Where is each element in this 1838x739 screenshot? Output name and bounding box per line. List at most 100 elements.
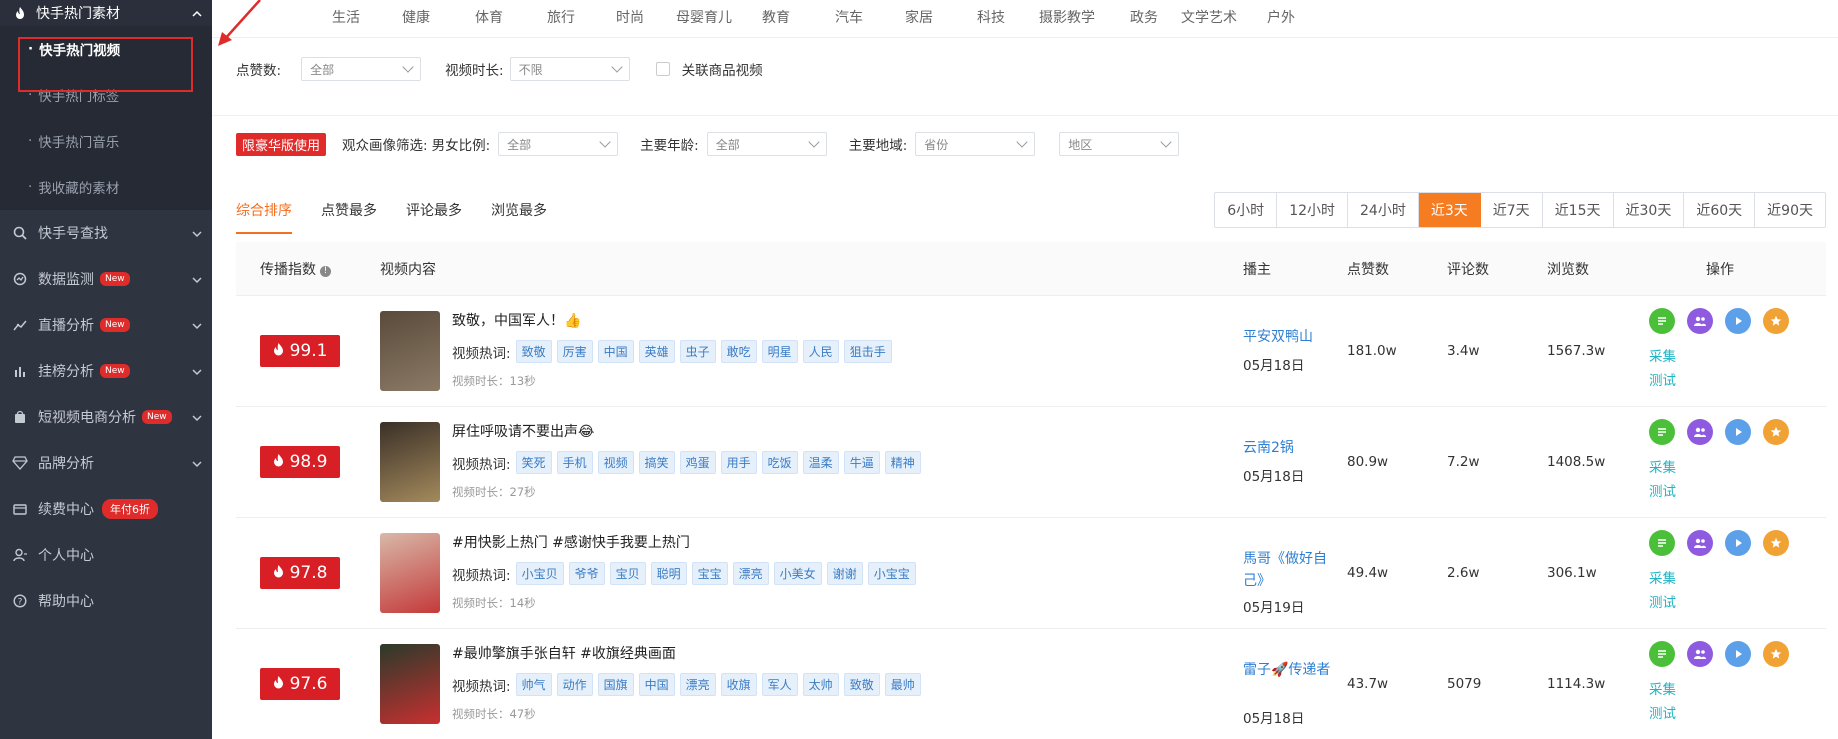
- likes-select[interactable]: 全部: [301, 57, 422, 81]
- hot-word-tag[interactable]: 鸡蛋: [679, 451, 716, 474]
- hot-word-tag[interactable]: 帅气: [515, 673, 552, 696]
- hot-word-tag[interactable]: 吃饭: [761, 451, 798, 474]
- category-tab[interactable]: 户外: [1267, 7, 1295, 27]
- sort-tab[interactable]: 点赞最多: [321, 200, 377, 234]
- collect-link[interactable]: 采集: [1649, 345, 1676, 365]
- audience-icon[interactable]: [1687, 530, 1713, 556]
- hot-word-tag[interactable]: 军人: [761, 673, 798, 696]
- category-tab[interactable]: 政务: [1130, 7, 1158, 27]
- hot-word-tag[interactable]: 温柔: [802, 451, 839, 474]
- play-icon[interactable]: [1725, 308, 1751, 334]
- time-range-option[interactable]: 近15天: [1543, 193, 1614, 227]
- hot-word-tag[interactable]: 宝宝: [691, 562, 728, 585]
- product-video-checkbox[interactable]: [655, 62, 670, 76]
- sidebar-subitem[interactable]: · 快手热门视频: [0, 26, 212, 72]
- author-link[interactable]: 平安双鸭山: [1243, 326, 1343, 348]
- hot-word-tag[interactable]: 爷爷: [568, 562, 605, 585]
- hot-word-tag[interactable]: 国旗: [597, 673, 634, 696]
- category-tab[interactable]: 汽车: [835, 7, 863, 27]
- category-tab[interactable]: 体育: [475, 7, 503, 27]
- time-range-option[interactable]: 近90天: [1755, 193, 1825, 227]
- age-select[interactable]: 全部: [706, 132, 827, 156]
- category-tab[interactable]: 旅行: [547, 7, 575, 27]
- hot-word-tag[interactable]: 精神: [884, 451, 921, 474]
- hot-word-tag[interactable]: 聪明: [650, 562, 687, 585]
- collect-link[interactable]: 采集: [1649, 567, 1676, 587]
- hot-word-tag[interactable]: 中国: [638, 673, 675, 696]
- hot-word-tag[interactable]: 太帅: [802, 673, 839, 696]
- category-tab[interactable]: 文学艺术: [1181, 7, 1237, 27]
- test-link[interactable]: 测试: [1649, 480, 1676, 500]
- hot-word-tag[interactable]: 中国: [597, 340, 634, 363]
- category-tab[interactable]: 科技: [977, 7, 1005, 27]
- sort-tab[interactable]: 评论最多: [406, 200, 462, 234]
- category-tab[interactable]: 健康: [402, 7, 430, 27]
- play-icon[interactable]: [1725, 419, 1751, 445]
- sidebar-subitem[interactable]: · 快手热门音乐: [0, 118, 212, 164]
- hot-word-tag[interactable]: 致敬: [515, 340, 552, 363]
- author-link[interactable]: 馬哥《做好自己》: [1243, 548, 1343, 592]
- time-range-option[interactable]: 近30天: [1614, 193, 1685, 227]
- category-tab[interactable]: 母婴育儿: [676, 7, 732, 27]
- hot-word-tag[interactable]: 致敬: [843, 673, 880, 696]
- detail-icon[interactable]: [1649, 419, 1675, 445]
- gender-select[interactable]: 全部: [498, 132, 619, 156]
- detail-icon[interactable]: [1649, 641, 1675, 667]
- hot-word-tag[interactable]: 动作: [556, 673, 593, 696]
- sidebar-subitem[interactable]: · 我收藏的素材: [0, 164, 212, 210]
- video-title[interactable]: #最帅擎旗手张自轩 #收旗经典画面: [452, 643, 676, 663]
- author-link[interactable]: 雷子🚀传递者: [1243, 659, 1343, 681]
- sidebar-header[interactable]: 快手热门素材: [0, 0, 212, 26]
- sidebar-subitem[interactable]: · 快手热门标签: [0, 72, 212, 118]
- hot-word-tag[interactable]: 宝贝: [609, 562, 646, 585]
- hot-word-tag[interactable]: 笑死: [515, 451, 552, 474]
- hot-word-tag[interactable]: 人民: [802, 340, 839, 363]
- audience-icon[interactable]: [1687, 419, 1713, 445]
- time-range-option[interactable]: 近60天: [1684, 193, 1756, 227]
- time-range-option[interactable]: 12小时: [1277, 193, 1349, 227]
- collect-link[interactable]: 采集: [1649, 678, 1676, 698]
- hot-word-tag[interactable]: 漂亮: [679, 673, 716, 696]
- video-thumbnail[interactable]: [380, 533, 440, 613]
- hot-word-tag[interactable]: 收旗: [720, 673, 757, 696]
- hot-word-tag[interactable]: 搞笑: [638, 451, 675, 474]
- sidebar-item[interactable]: 挂榜分析 New: [0, 348, 212, 394]
- video-title[interactable]: #用快影上热门 #感谢快手我要上热门: [452, 532, 690, 552]
- hot-word-tag[interactable]: 厉害: [556, 340, 593, 363]
- hot-word-tag[interactable]: 英雄: [638, 340, 675, 363]
- detail-icon[interactable]: [1649, 308, 1675, 334]
- play-icon[interactable]: [1725, 641, 1751, 667]
- test-link[interactable]: 测试: [1649, 591, 1676, 611]
- category-tab[interactable]: 时尚: [616, 7, 644, 27]
- play-icon[interactable]: [1725, 530, 1751, 556]
- detail-icon[interactable]: [1649, 530, 1675, 556]
- category-tab[interactable]: 摄影教学: [1039, 7, 1095, 27]
- hot-word-tag[interactable]: 手机: [556, 451, 593, 474]
- sidebar-item[interactable]: 短视频电商分析 New: [0, 394, 212, 440]
- sidebar-item[interactable]: 快手号查找: [0, 210, 212, 256]
- sidebar-item[interactable]: 续费中心 年付6折: [0, 486, 212, 532]
- hot-word-tag[interactable]: 用手: [720, 451, 757, 474]
- hot-word-tag[interactable]: 明星: [761, 340, 798, 363]
- time-range-option[interactable]: 6小时: [1215, 193, 1278, 227]
- hot-word-tag[interactable]: 虫子: [679, 340, 716, 363]
- hot-word-tag[interactable]: 谢谢: [826, 562, 863, 585]
- hot-word-tag[interactable]: 漂亮: [732, 562, 769, 585]
- audience-icon[interactable]: [1687, 641, 1713, 667]
- category-tab[interactable]: 家居: [905, 7, 933, 27]
- duration-select[interactable]: 不限: [509, 57, 630, 81]
- test-link[interactable]: 测试: [1649, 369, 1676, 389]
- hot-word-tag[interactable]: 小美女: [773, 562, 822, 585]
- hot-word-tag[interactable]: 最帅: [884, 673, 921, 696]
- audience-icon[interactable]: [1687, 308, 1713, 334]
- hot-word-tag[interactable]: 小宝贝: [515, 562, 564, 585]
- sort-tab[interactable]: 浏览最多: [491, 200, 547, 234]
- category-tab[interactable]: 教育: [762, 7, 790, 27]
- time-range-option[interactable]: 近3天: [1418, 193, 1481, 227]
- collect-link[interactable]: 采集: [1649, 456, 1676, 476]
- video-thumbnail[interactable]: [380, 644, 440, 724]
- time-range-option[interactable]: 24小时: [1348, 193, 1419, 227]
- province-select[interactable]: 省份: [915, 132, 1036, 156]
- video-thumbnail[interactable]: [380, 311, 440, 391]
- sidebar-item[interactable]: 直播分析 New: [0, 302, 212, 348]
